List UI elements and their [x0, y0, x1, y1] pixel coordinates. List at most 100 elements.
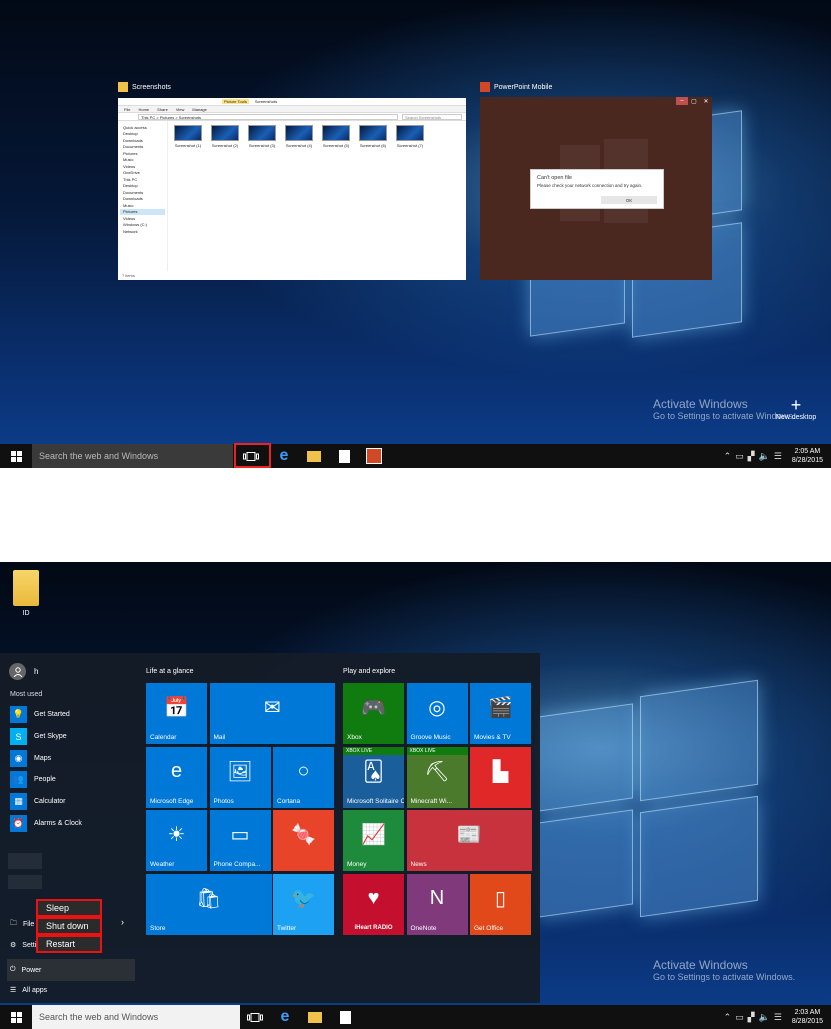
chevron-up-icon[interactable]: ⌃: [724, 451, 732, 462]
dialog-ok-button: OK: [601, 196, 657, 204]
tile-phone[interactable]: ▭ Phone Compa...: [209, 810, 271, 871]
volume-icon[interactable]: 🔈: [759, 1012, 770, 1023]
most-used-item[interactable]: S Get Skype: [10, 726, 82, 748]
tile-label: Twitter: [277, 924, 297, 932]
notification-icon[interactable]: ☰: [774, 451, 782, 462]
store-taskbar-button[interactable]: [329, 444, 359, 468]
restart-option[interactable]: Restart: [36, 935, 102, 953]
most-used-item[interactable]: 💡 Get Started: [10, 704, 82, 726]
most-used-item[interactable]: ⏰ Alarms & Clock: [10, 812, 82, 834]
tile-iheart[interactable]: ♥ iHeart RADIO: [343, 873, 404, 935]
edge-taskbar-button[interactable]: e: [269, 444, 299, 468]
file-thumbnail: Screenshot (1): [174, 125, 202, 267]
tile-minecraft[interactable]: ⛏ Minecraft Wi... XBOX LIVE: [406, 746, 468, 808]
tile-label: Get Office: [474, 924, 504, 932]
tile-label: Minecraft Wi...: [410, 797, 453, 805]
file-thumbnail: Screenshot (3): [248, 125, 276, 267]
tile-news[interactable]: 📰 News: [406, 810, 532, 871]
most-used-label: Maps: [34, 754, 52, 762]
tile-weather[interactable]: ☀ Weather: [146, 810, 207, 871]
most-used-item[interactable]: ◉ Maps: [10, 747, 82, 769]
nav-item: Network: [123, 228, 138, 234]
battery-icon[interactable]: ▭: [735, 1012, 744, 1023]
start-button[interactable]: [0, 444, 32, 468]
search-box[interactable]: Search the web and Windows: [32, 444, 233, 468]
calendar-icon: 📅: [164, 697, 189, 719]
life-at-a-glance-heading: Life at a glance: [146, 668, 194, 675]
tile-solitaire[interactable]: 🂡Microsoft Solitaire CollectionXBOX LIVE: [343, 746, 404, 808]
iheart-icon: ♥: [367, 886, 380, 909]
ppt-window-title: PowerPoint Mobile: [494, 83, 553, 91]
start-button[interactable]: [0, 1005, 32, 1029]
powerpoint-window-thumbnail[interactable]: – ▢ ✕ Can't open file Please check your …: [480, 97, 712, 280]
chevron-right-icon[interactable]: ›: [121, 917, 124, 927]
tile-money[interactable]: 📈 Money: [343, 810, 404, 871]
explorer-ribbon-title: Screenshots: [254, 99, 278, 104]
tile-store[interactable]: 🛍 Store: [146, 873, 272, 935]
tile-twitter[interactable]: 🐦 Twitter: [273, 873, 334, 935]
network-icon[interactable]: ▞: [748, 451, 755, 462]
ribbon-tab-home: Home: [138, 106, 150, 112]
tile-flipboard[interactable]: ▙: [470, 746, 531, 808]
shut-down-option[interactable]: Shut down: [36, 917, 102, 935]
tile-groove[interactable]: ◎ Groove Music: [406, 683, 468, 744]
lightbulb-icon: 💡: [10, 706, 27, 724]
sleep-option[interactable]: Sleep: [36, 899, 102, 917]
tile-calendar[interactable]: 📅 Calendar: [146, 683, 207, 744]
file-explorer-taskbar-button[interactable]: [300, 1005, 330, 1029]
clock-time: 2:05 AM: [794, 448, 821, 455]
task-view-highlight-box: [234, 443, 271, 468]
iheart-radio-text: iHeart RADIO: [354, 924, 393, 931]
powerpoint-taskbar-button[interactable]: [359, 444, 389, 468]
explorer-address-bar: This PC > Pictures > Screenshots Search …: [118, 113, 466, 121]
start-menu-left-pane: h Most used 💡 Get Started S Get Skype ◉ Maps 👥…: [0, 653, 140, 1003]
tile-edge[interactable]: e Microsoft Edge: [146, 746, 207, 808]
edge-icon: e: [279, 447, 289, 464]
tile-onenote[interactable]: N OneNote: [406, 873, 468, 935]
tile-xbox[interactable]: 🎮 Xbox: [343, 683, 404, 744]
network-icon[interactable]: ▞: [748, 1012, 755, 1023]
file-thumbnail: Screenshot (2): [211, 125, 239, 267]
search-box[interactable]: Search the web and Windows: [32, 1005, 240, 1029]
explorer-ribbon: File Home Share View Manage: [118, 106, 466, 113]
file-thumbnail: Screenshot (7): [396, 125, 424, 267]
new-desktop-button[interactable]: + New desktop: [772, 396, 820, 421]
cant-open-file-dialog: Can't open file Please check your networ…: [530, 169, 664, 209]
tile-movies[interactable]: 🎬 Movies & TV: [470, 683, 531, 744]
settings-item[interactable]: ⚙ Setti: [10, 941, 36, 950]
xbox-live-badge: XBOX LIVE: [406, 746, 468, 755]
windows-logo-icon: [10, 1011, 22, 1023]
ppt-window-label[interactable]: PowerPoint Mobile: [480, 82, 552, 92]
most-used-item[interactable]: ▦ Calculator: [10, 791, 82, 813]
notification-icon[interactable]: ☰: [774, 1012, 782, 1023]
explorer-window-label[interactable]: Screenshots: [118, 82, 171, 92]
most-used-item[interactable]: 👥 People: [10, 769, 82, 791]
tile-cortana[interactable]: ○ Cortana: [273, 746, 334, 808]
tile-mail[interactable]: ✉ Mail: [209, 683, 335, 744]
clock[interactable]: 2:05 AM 8/28/2015: [792, 447, 823, 465]
task-view-button[interactable]: [240, 1005, 270, 1029]
power-button[interactable]: ⏻ Power: [7, 959, 135, 981]
user-account[interactable]: h: [9, 663, 38, 680]
tile-photos[interactable]: 🖼 Photos: [209, 746, 271, 808]
dialog-title: Can't open file: [537, 175, 572, 181]
clock-date: 8/28/2015: [791, 1018, 823, 1025]
explorer-window-thumbnail[interactable]: Picture Tools Screenshots File Home Shar…: [118, 98, 466, 280]
edge-taskbar-button[interactable]: e: [270, 1005, 300, 1029]
volume-icon[interactable]: 🔈: [759, 451, 770, 462]
battery-icon[interactable]: ▭: [735, 451, 744, 462]
clock[interactable]: 2:03 AM 8/28/2015: [792, 1008, 823, 1026]
tile-label: News: [410, 861, 427, 868]
list-icon: ☰: [10, 987, 17, 994]
tile-label: Groove Music: [410, 734, 451, 741]
all-apps-item[interactable]: ☰ All apps: [10, 986, 47, 995]
file-explorer-taskbar-button[interactable]: [299, 444, 329, 468]
power-label: Power: [21, 966, 42, 974]
store-taskbar-button[interactable]: [330, 1005, 360, 1029]
tile-candy-crush[interactable]: 🍬: [273, 810, 334, 871]
maps-icon: ◉: [10, 749, 27, 767]
tile-office[interactable]: ▯ Get Office: [470, 873, 531, 935]
user-avatar-icon: [9, 663, 26, 680]
desktop-folder-icon[interactable]: ID: [8, 570, 44, 617]
chevron-up-icon[interactable]: ⌃: [724, 1012, 732, 1023]
